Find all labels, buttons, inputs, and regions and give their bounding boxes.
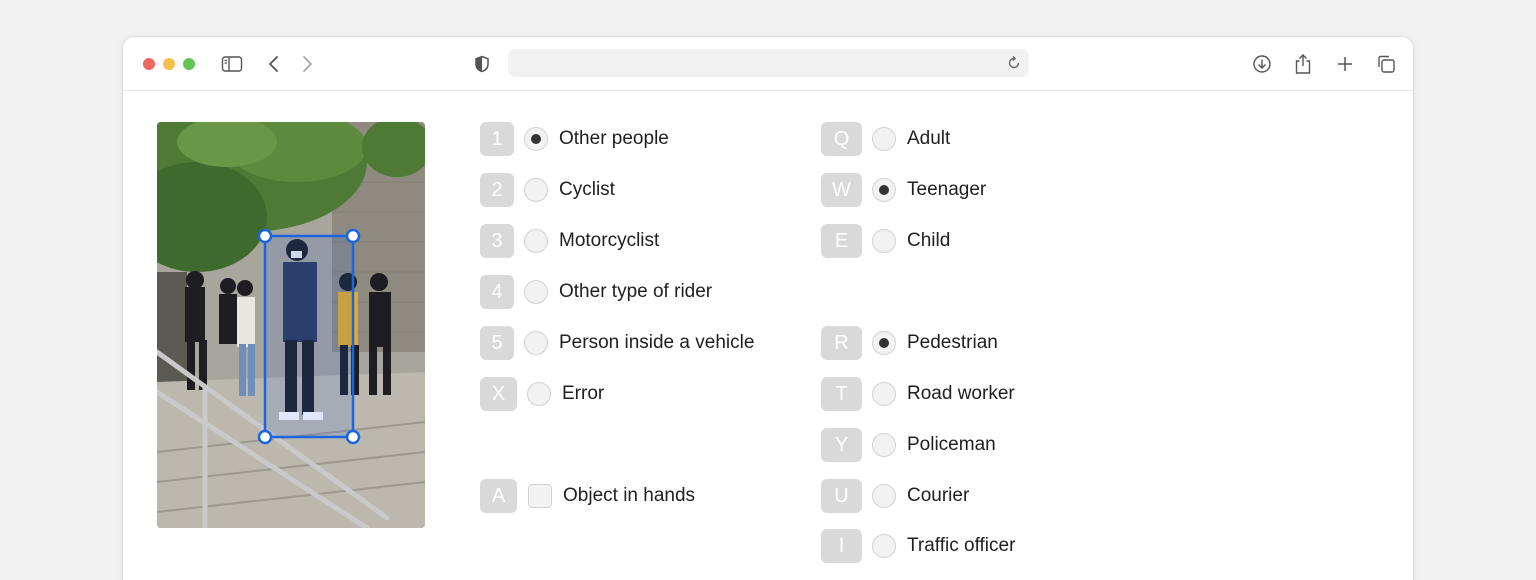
option-label: Traffic officer xyxy=(907,535,1016,556)
option-other-people[interactable]: 1 Other people xyxy=(480,122,669,156)
hotkey-badge: 1 xyxy=(480,122,514,156)
hotkey-badge: U xyxy=(821,479,862,513)
hotkey-badge: 4 xyxy=(480,275,514,309)
radio-adult[interactable] xyxy=(872,127,896,151)
reload-icon[interactable] xyxy=(1005,54,1023,72)
radio-other-rider[interactable] xyxy=(524,280,548,304)
option-label: Pedestrian xyxy=(907,332,998,353)
tabs-overview-icon[interactable] xyxy=(1373,51,1399,77)
option-road-worker[interactable]: T Road worker xyxy=(821,377,1015,411)
hotkey-badge: X xyxy=(480,377,517,411)
radio-person-in-vehicle[interactable] xyxy=(524,331,548,355)
option-motorcyclist[interactable]: 3 Motorcyclist xyxy=(480,224,659,258)
option-cyclist[interactable]: 2 Cyclist xyxy=(480,173,615,207)
option-courier[interactable]: U Courier xyxy=(821,479,969,513)
option-traffic-officer[interactable]: I Traffic officer xyxy=(821,529,1015,563)
option-other-rider[interactable]: 4 Other type of rider xyxy=(480,275,712,309)
address-bar[interactable] xyxy=(508,49,1029,77)
option-label: Motorcyclist xyxy=(559,230,660,251)
close-window-button[interactable] xyxy=(143,58,155,70)
forward-icon[interactable] xyxy=(294,51,320,77)
option-adult[interactable]: Q Adult xyxy=(821,122,950,156)
radio-courier[interactable] xyxy=(872,484,896,508)
option-error[interactable]: X Error xyxy=(480,377,604,411)
new-tab-icon[interactable] xyxy=(1332,51,1358,77)
option-teenager[interactable]: W Teenager xyxy=(821,173,986,207)
option-policeman[interactable]: Y Policeman xyxy=(821,428,996,462)
radio-child[interactable] xyxy=(872,229,896,253)
hotkey-badge: 2 xyxy=(480,173,514,207)
hotkey-badge: 3 xyxy=(480,224,514,258)
sidebar-icon[interactable] xyxy=(219,51,245,77)
hotkey-badge: E xyxy=(821,224,862,258)
option-label: Object in hands xyxy=(563,485,696,506)
option-label: Child xyxy=(907,230,951,251)
option-label: Road worker xyxy=(907,383,1015,404)
hotkey-badge: 5 xyxy=(480,326,514,360)
radio-motorcyclist[interactable] xyxy=(524,229,548,253)
hotkey-badge: W xyxy=(821,173,862,207)
hotkey-badge: Q xyxy=(821,122,862,156)
back-icon[interactable] xyxy=(261,51,287,77)
option-pedestrian[interactable]: R Pedestrian xyxy=(821,326,998,360)
hotkey-badge: Y xyxy=(821,428,862,462)
street-photo xyxy=(157,122,425,528)
shield-icon[interactable] xyxy=(469,51,495,77)
radio-other-people[interactable] xyxy=(524,127,548,151)
option-label: Cyclist xyxy=(559,179,615,200)
radio-error[interactable] xyxy=(527,382,551,406)
option-label: Policeman xyxy=(907,434,996,455)
option-label: Other people xyxy=(559,128,669,149)
radio-traffic-officer[interactable] xyxy=(872,534,896,558)
hotkey-badge: T xyxy=(821,377,862,411)
download-icon[interactable] xyxy=(1249,51,1275,77)
option-object-in-hands[interactable]: A Object in hands xyxy=(480,479,695,513)
radio-cyclist[interactable] xyxy=(524,178,548,202)
maximize-window-button[interactable] xyxy=(183,58,195,70)
share-icon[interactable] xyxy=(1290,51,1316,77)
checkbox-object-in-hands[interactable] xyxy=(528,484,552,508)
option-label: Adult xyxy=(907,128,951,149)
option-label: Courier xyxy=(907,485,970,506)
radio-policeman[interactable] xyxy=(872,433,896,457)
radio-road-worker[interactable] xyxy=(872,382,896,406)
option-label: Person inside a vehicle xyxy=(559,332,755,353)
browser-window: 1 Other people 2 Cyclist 3 Motorcyclist … xyxy=(122,36,1414,580)
option-label: Other type of rider xyxy=(559,281,713,302)
option-label: Error xyxy=(562,383,605,404)
option-child[interactable]: E Child xyxy=(821,224,950,258)
browser-toolbar xyxy=(123,37,1413,91)
radio-pedestrian[interactable] xyxy=(872,331,896,355)
hotkey-badge: A xyxy=(480,479,517,513)
option-person-in-vehicle[interactable]: 5 Person inside a vehicle xyxy=(480,326,754,360)
hotkey-badge: I xyxy=(821,529,862,563)
minimize-window-button[interactable] xyxy=(163,58,175,70)
radio-teenager[interactable] xyxy=(872,178,896,202)
option-label: Teenager xyxy=(907,179,987,200)
hotkey-badge: R xyxy=(821,326,862,360)
labeling-form: 1 Other people 2 Cyclist 3 Motorcyclist … xyxy=(123,92,1413,580)
